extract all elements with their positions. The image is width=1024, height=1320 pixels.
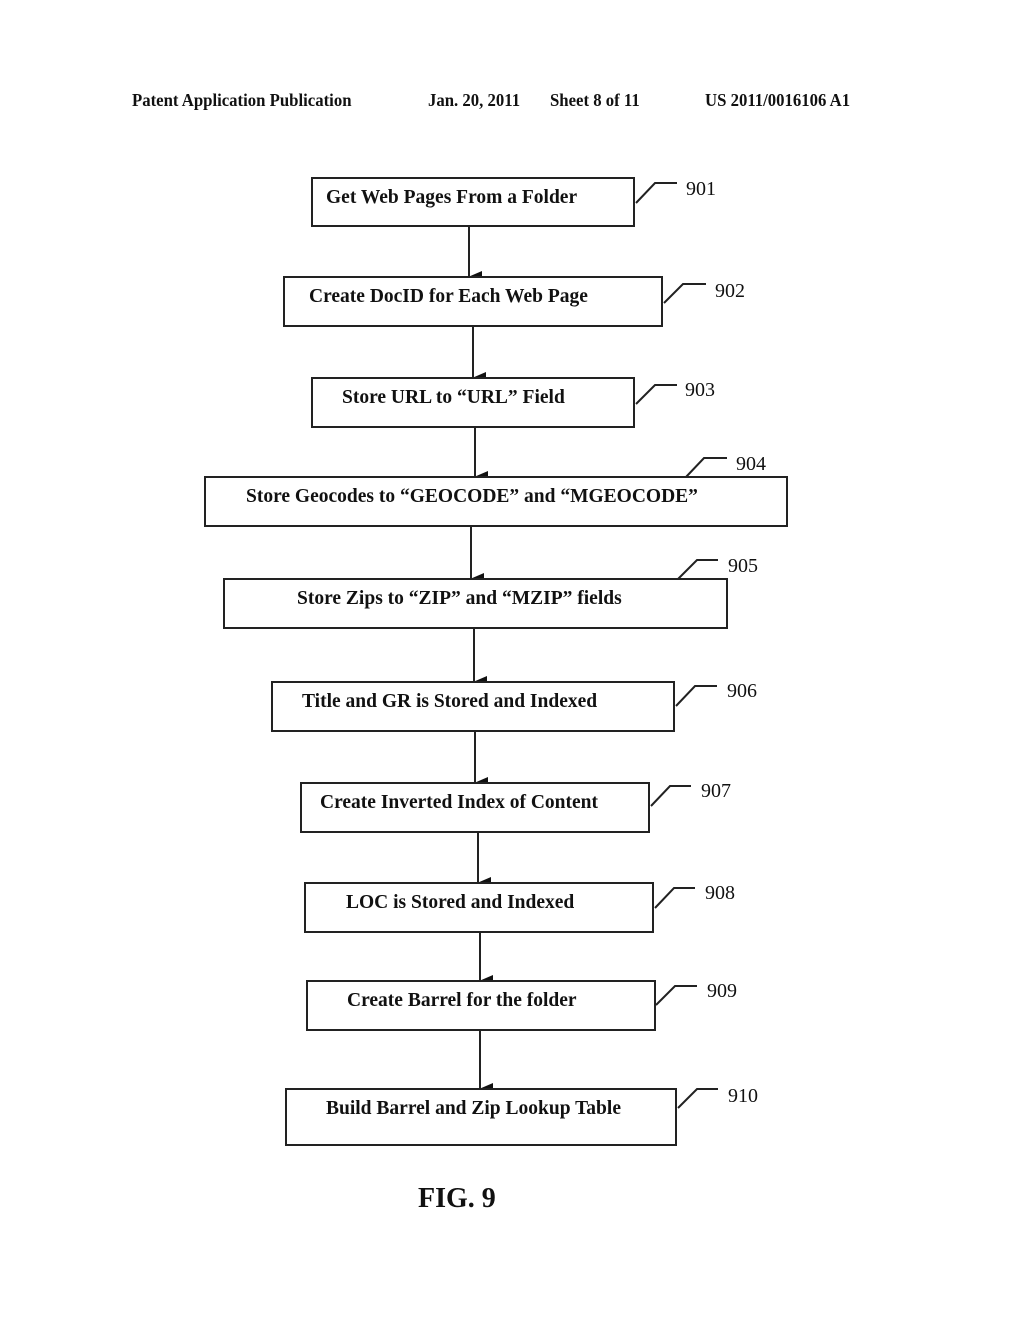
step-box-908: LOC is Stored and Indexed bbox=[304, 882, 654, 933]
step-label-910: Build Barrel and Zip Lookup Table bbox=[326, 1098, 621, 1119]
step-box-907: Create Inverted Index of Content bbox=[300, 782, 650, 833]
step-box-909: Create Barrel for the folder bbox=[306, 980, 656, 1031]
step-box-904: Store Geocodes to “GEOCODE” and “MGEOCOD… bbox=[204, 476, 788, 527]
leader-904 bbox=[685, 457, 727, 478]
ref-number-902: 902 bbox=[715, 280, 745, 302]
leader-905 bbox=[677, 559, 718, 580]
ref-number-903: 903 bbox=[685, 379, 715, 401]
step-label-907: Create Inverted Index of Content bbox=[320, 792, 599, 813]
ref-number-906: 906 bbox=[727, 680, 757, 702]
ref-number-901: 901 bbox=[686, 178, 716, 200]
leader-903 bbox=[635, 384, 677, 405]
ref-number-904: 904 bbox=[736, 453, 766, 475]
leader-908 bbox=[654, 887, 695, 909]
step-box-905: Store Zips to “ZIP” and “MZIP” fields bbox=[223, 578, 728, 629]
leader-910 bbox=[677, 1088, 718, 1109]
step-box-903: Store URL to “URL” Field bbox=[311, 377, 635, 428]
step-label-905: Store Zips to “ZIP” and “MZIP” fields bbox=[297, 588, 622, 609]
leader-906 bbox=[675, 685, 717, 707]
step-box-901: Get Web Pages From a Folder bbox=[311, 177, 635, 227]
leader-901 bbox=[635, 182, 677, 204]
ref-number-908: 908 bbox=[705, 882, 735, 904]
step-box-910: Build Barrel and Zip Lookup Table bbox=[285, 1088, 677, 1146]
leader-909 bbox=[655, 985, 697, 1006]
step-box-902: Create DocID for Each Web Page bbox=[283, 276, 663, 327]
step-label-909: Create Barrel for the folder bbox=[347, 990, 577, 1011]
ref-number-905: 905 bbox=[728, 555, 758, 577]
leader-907 bbox=[650, 785, 691, 807]
figure-label: FIG. 9 bbox=[418, 1183, 496, 1214]
step-label-902: Create DocID for Each Web Page bbox=[309, 286, 588, 307]
leader-902 bbox=[663, 283, 706, 304]
ref-number-909: 909 bbox=[707, 980, 737, 1002]
step-label-908: LOC is Stored and Indexed bbox=[346, 892, 575, 913]
step-label-903: Store URL to “URL” Field bbox=[342, 387, 565, 408]
step-label-904: Store Geocodes to “GEOCODE” and “MGEOCOD… bbox=[246, 486, 698, 507]
ref-number-910: 910 bbox=[728, 1085, 758, 1107]
step-label-901: Get Web Pages From a Folder bbox=[326, 187, 578, 208]
step-label-906: Title and GR is Stored and Indexed bbox=[302, 691, 598, 712]
step-box-906: Title and GR is Stored and Indexed bbox=[271, 681, 675, 732]
ref-number-907: 907 bbox=[701, 780, 731, 802]
